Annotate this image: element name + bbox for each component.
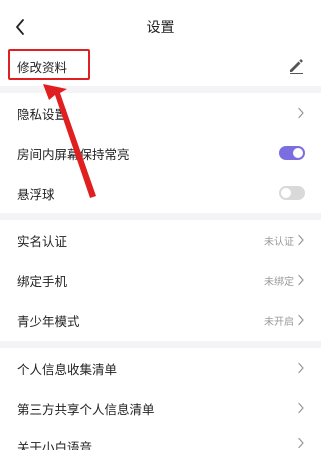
chevron-right-icon xyxy=(298,274,304,286)
teen-mode-status: 未开启 xyxy=(264,316,294,328)
real-name-row[interactable]: 实名认证 未认证 xyxy=(0,223,321,257)
screen-keep-on-row: 房间内屏幕保持常亮 xyxy=(0,136,321,170)
screen-keep-on-label: 房间内屏幕保持常亮 xyxy=(17,146,130,162)
float-ball-toggle[interactable] xyxy=(279,186,305,200)
third-party-row[interactable]: 第三方共享个人信息清单 xyxy=(0,391,321,425)
pencil-icon[interactable] xyxy=(287,57,305,75)
bind-phone-row[interactable]: 绑定手机 未绑定 xyxy=(0,263,321,297)
privacy-settings-label: 隐私设置 xyxy=(17,106,68,122)
personal-info-row[interactable]: 个人信息收集清单 xyxy=(0,351,321,385)
chevron-right-icon xyxy=(298,362,304,374)
chevron-right-icon xyxy=(298,234,304,246)
float-ball-row: 悬浮球 xyxy=(0,176,321,210)
top-bar: 设置 xyxy=(0,0,321,54)
float-ball-label: 悬浮球 xyxy=(17,186,55,202)
page-title: 设置 xyxy=(146,20,175,36)
personal-info-label: 个人信息收集清单 xyxy=(17,361,118,377)
bind-phone-label: 绑定手机 xyxy=(17,273,68,289)
privacy-settings-row[interactable]: 隐私设置 xyxy=(0,96,321,130)
section-divider xyxy=(0,86,321,93)
section-divider xyxy=(0,341,321,348)
edit-profile-row[interactable]: 修改资料 xyxy=(0,52,321,80)
bind-phone-status: 未绑定 xyxy=(264,276,294,288)
third-party-label: 第三方共享个人信息清单 xyxy=(17,401,155,417)
real-name-status: 未认证 xyxy=(264,236,294,248)
chevron-right-icon xyxy=(298,314,304,326)
chevron-right-icon xyxy=(298,107,304,119)
real-name-label: 实名认证 xyxy=(17,233,68,249)
chevron-right-icon xyxy=(298,402,304,414)
about-label: 关于小白语音 xyxy=(17,440,93,450)
about-row[interactable]: 关于小白语音 xyxy=(0,432,321,450)
teen-mode-row[interactable]: 青少年模式 未开启 xyxy=(0,303,321,337)
section-divider xyxy=(0,213,321,220)
screen-keep-on-toggle[interactable] xyxy=(279,146,305,160)
teen-mode-label: 青少年模式 xyxy=(17,313,80,329)
edit-profile-label: 修改资料 xyxy=(17,59,68,75)
chevron-right-icon xyxy=(298,437,304,449)
